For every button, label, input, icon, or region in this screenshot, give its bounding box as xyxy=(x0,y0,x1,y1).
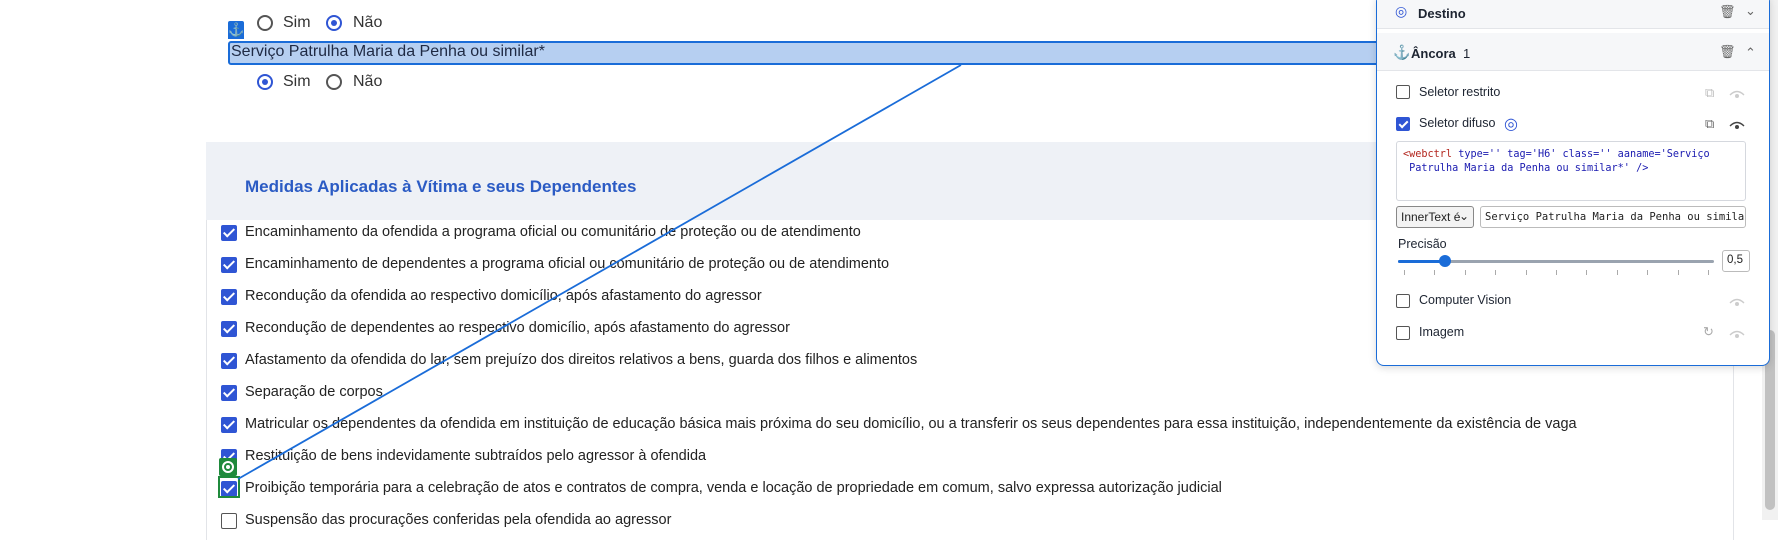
fuzzy-selector-label: Seletor difuso xyxy=(1419,116,1496,130)
ancora-header[interactable]: ⚓ Âncora 1 🗑 ⌃ xyxy=(1377,33,1769,71)
eye-icon[interactable] xyxy=(1729,90,1745,100)
ancora-count: 1 xyxy=(1463,46,1471,61)
precision-label: Precisão xyxy=(1398,237,1447,251)
precision-slider-fill xyxy=(1398,260,1446,263)
eye-icon[interactable] xyxy=(1729,298,1745,308)
destino-header[interactable]: ◎ Destino 🗑 ⌄ xyxy=(1377,0,1769,29)
image-label: Imagem xyxy=(1419,325,1465,339)
precision-value-input[interactable]: 0,5 xyxy=(1722,250,1750,272)
copy-icon[interactable]: ⧉ xyxy=(1705,85,1714,101)
chevron-up-icon[interactable]: ⌃ xyxy=(1745,45,1756,61)
strict-selector-label: Seletor restrito xyxy=(1419,85,1501,99)
match-mode-value: InnerText é xyxy=(1401,210,1461,224)
slider-tick xyxy=(1434,270,1436,275)
trash-icon[interactable]: 🗑 xyxy=(1719,4,1736,20)
computer-vision-label: Computer Vision xyxy=(1419,293,1512,307)
code-attrs: type='' tag='H6' class='' aaname='Serviç… xyxy=(1452,149,1710,160)
image-checkbox[interactable] xyxy=(1396,326,1410,340)
refresh-icon[interactable]: ↻ xyxy=(1703,324,1714,340)
chevron-down-icon: ⌄ xyxy=(1458,209,1469,223)
target-icon: ◎ xyxy=(1395,3,1408,19)
slider-tick xyxy=(1616,270,1618,275)
destino-label: Destino xyxy=(1418,6,1466,21)
slider-tick xyxy=(1708,270,1709,275)
slider-tick xyxy=(1525,270,1527,275)
eye-icon[interactable] xyxy=(1729,121,1745,131)
match-value-input[interactable]: Serviço Patrulha Maria da Penha ou simil… xyxy=(1480,206,1746,228)
slider-tick xyxy=(1404,270,1405,275)
selector-code[interactable]: <webctrl type='' tag='H6' class='' aanam… xyxy=(1396,141,1746,201)
slider-tick xyxy=(1495,270,1497,275)
slider-tick xyxy=(1556,270,1557,275)
slider-tick xyxy=(1647,270,1649,275)
anchor-icon: ⚓ xyxy=(1393,44,1411,60)
strict-selector-checkbox[interactable] xyxy=(1396,85,1410,99)
eye-icon[interactable] xyxy=(1729,330,1745,340)
chevron-down-icon[interactable]: ⌄ xyxy=(1745,3,1756,19)
ancora-label: Âncora xyxy=(1411,46,1456,61)
target-icon: ◎ xyxy=(1504,116,1518,133)
match-mode-select[interactable]: InnerText é ⌄ xyxy=(1396,206,1474,228)
code-tag: <webctrl xyxy=(1403,149,1453,160)
slider-tick xyxy=(1586,270,1588,275)
trash-icon[interactable]: 🗑 xyxy=(1719,44,1736,60)
slider-tick xyxy=(1677,270,1679,275)
code-line2: Patrulha Maria da Penha ou similar*' /> xyxy=(1409,163,1649,174)
fuzzy-selector-checkbox[interactable] xyxy=(1396,117,1410,131)
slider-tick xyxy=(1464,270,1466,275)
computer-vision-checkbox[interactable] xyxy=(1396,294,1410,308)
copy-icon[interactable]: ⧉ xyxy=(1705,116,1714,132)
